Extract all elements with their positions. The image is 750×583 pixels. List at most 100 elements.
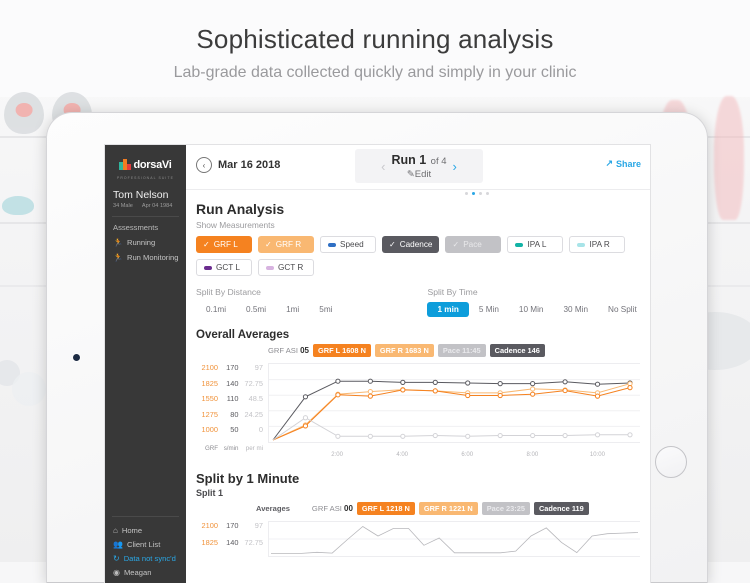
measurement-chip-label: GRF R bbox=[275, 240, 302, 249]
split-time-option-no-split[interactable]: No Split bbox=[598, 302, 647, 317]
anatomy-poster bbox=[714, 96, 744, 220]
data-point[interactable] bbox=[530, 391, 536, 397]
data-point[interactable] bbox=[367, 393, 373, 399]
chevron-left-icon[interactable]: ‹ bbox=[196, 157, 212, 173]
y-tick-grf: 1825 bbox=[201, 378, 218, 388]
data-point[interactable] bbox=[530, 432, 536, 439]
split-distance-option-5mi[interactable]: 5mi bbox=[309, 302, 342, 317]
split-distance-option-0-5mi[interactable]: 0.5mi bbox=[236, 302, 276, 317]
data-point[interactable] bbox=[465, 433, 471, 439]
data-point[interactable] bbox=[465, 380, 471, 386]
data-point[interactable] bbox=[400, 379, 406, 385]
split-time-option-5-min[interactable]: 5 Min bbox=[469, 302, 509, 317]
sidebar-item-data-not-syncd[interactable]: ↻ Data not sync'd bbox=[105, 549, 186, 563]
y-tick-smin: 50 bbox=[230, 425, 239, 435]
content-body: Run Analysis Show Measurements ✓ GRF L ✓ GR… bbox=[186, 189, 650, 583]
split-time-option-30-min[interactable]: 30 Min bbox=[553, 302, 598, 317]
measurement-chip-pace[interactable]: ✓ Pace bbox=[445, 236, 502, 253]
color-swatch-icon bbox=[266, 265, 274, 270]
measurement-chip-label: GCT L bbox=[216, 263, 240, 272]
edit-run-link[interactable]: ✎Edit bbox=[391, 169, 446, 180]
data-point[interactable] bbox=[530, 386, 536, 392]
data-point[interactable] bbox=[594, 432, 601, 438]
data-point[interactable] bbox=[302, 423, 309, 429]
data-point[interactable] bbox=[562, 387, 568, 394]
measurement-chip-ipa-l[interactable]: IPA L bbox=[507, 236, 564, 253]
measurement-chip-cadence[interactable]: ✓ Cadence bbox=[382, 236, 440, 253]
split-chart: 2100 170 97 1825 140 72.75 bbox=[196, 520, 640, 557]
sidebar-item-client-list[interactable]: 👥 Client List bbox=[105, 535, 186, 549]
measurement-chip-ipa-r[interactable]: IPA R bbox=[569, 236, 626, 253]
data-point[interactable] bbox=[530, 381, 536, 387]
data-point[interactable] bbox=[400, 387, 406, 393]
split-distance-option-0-1mi[interactable]: 0.1mi bbox=[196, 302, 236, 317]
chevron-right-icon[interactable]: › bbox=[453, 159, 457, 174]
share-label: Share bbox=[615, 158, 641, 169]
data-point[interactable] bbox=[594, 381, 601, 387]
data-point[interactable] bbox=[367, 433, 373, 439]
badge-cadence: Cadence 119 bbox=[533, 501, 589, 515]
split-controls: Split By Distance 0.1mi 0.5mi 1mi 5mi Split… bbox=[196, 287, 640, 317]
data-point[interactable] bbox=[432, 432, 438, 439]
series-line-pace bbox=[272, 417, 630, 441]
overall-averages-badges: GRF ASI 05 GRF L 1608 N GRF R 1683 N Pac… bbox=[196, 344, 640, 357]
data-point[interactable] bbox=[335, 433, 341, 439]
split-time-options: 1 min 5 Min 10 Min 30 Min No Split bbox=[427, 302, 646, 317]
split-by-distance-group: Split By Distance 0.1mi 0.5mi 1mi 5mi bbox=[196, 287, 342, 317]
split-distance-options: 0.1mi 0.5mi 1mi 5mi bbox=[196, 302, 342, 317]
chevron-left-icon[interactable]: ‹ bbox=[381, 159, 385, 174]
y-tick-permi: 72.75 bbox=[244, 378, 264, 388]
data-point[interactable] bbox=[367, 378, 373, 384]
badge-grf-l: GRF L 1608 N bbox=[313, 344, 371, 357]
data-point[interactable] bbox=[627, 432, 633, 438]
sidebar-item-label: Client List bbox=[126, 540, 161, 549]
data-point[interactable] bbox=[400, 433, 406, 439]
page-title: Sophisticated running analysis bbox=[196, 24, 554, 54]
sidebar-bottom-nav: ⌂ Home 👥 Client List ↻ Data not sync'd ◉… bbox=[105, 509, 186, 583]
data-point[interactable] bbox=[432, 379, 438, 385]
run-selector[interactable]: ‹ Run 1 of 4 ✎Edit › bbox=[355, 149, 483, 183]
data-point[interactable] bbox=[497, 432, 503, 439]
data-point[interactable] bbox=[497, 392, 503, 399]
dorsavi-mark-icon bbox=[119, 159, 132, 170]
measurement-chip-speed[interactable]: Speed bbox=[320, 236, 376, 253]
chart-plot-area[interactable] bbox=[268, 363, 640, 443]
sidebar-item-run-monitoring[interactable]: 🏃 Run Monitoring bbox=[105, 247, 186, 262]
split-time-option-1-min[interactable]: 1 min bbox=[427, 302, 469, 317]
x-axis-tick: 6:00 bbox=[461, 451, 474, 458]
measurement-chip-grf-l[interactable]: ✓ GRF L bbox=[196, 236, 252, 253]
runner-icon: 🏃 bbox=[113, 253, 123, 262]
data-point[interactable] bbox=[367, 388, 373, 395]
data-point[interactable] bbox=[594, 393, 601, 399]
sidebar-item-account[interactable]: ◉ Meagan bbox=[105, 563, 186, 577]
avatar-icon: ◉ bbox=[113, 568, 120, 577]
data-point[interactable] bbox=[562, 379, 568, 385]
data-point[interactable] bbox=[432, 388, 438, 394]
date-navigator[interactable]: ‹ Mar 16 2018 bbox=[196, 157, 280, 173]
share-button[interactable]: ↗ Share bbox=[605, 158, 641, 169]
sidebar-item-running[interactable]: 🏃 Running bbox=[105, 232, 186, 247]
measurement-chip-gct-r[interactable]: GCT R bbox=[258, 259, 314, 276]
split-averages-label: Averages bbox=[256, 503, 290, 513]
data-point[interactable] bbox=[335, 378, 341, 384]
split-by-distance-label: Split By Distance bbox=[196, 287, 261, 297]
split-distance-option-1mi[interactable]: 1mi bbox=[276, 302, 309, 317]
data-point[interactable] bbox=[335, 392, 341, 398]
x-axis-tick: 10:00 bbox=[589, 451, 605, 458]
sidebar-item-home[interactable]: ⌂ Home bbox=[105, 521, 186, 535]
measurement-chip-grf-r[interactable]: ✓ GRF R bbox=[258, 236, 314, 253]
chart-plot-area[interactable] bbox=[268, 520, 640, 557]
data-point[interactable] bbox=[302, 415, 309, 421]
brand-logo[interactable]: dorsaVi PROFESSIONAL SUITE bbox=[105, 145, 186, 181]
data-point[interactable] bbox=[465, 392, 471, 399]
data-point[interactable] bbox=[627, 385, 633, 391]
data-point[interactable] bbox=[562, 432, 568, 439]
brand-name: dorsaVi bbox=[133, 158, 172, 171]
run-number: Run 1 bbox=[391, 153, 427, 168]
show-measurements-label: Show Measurements bbox=[196, 220, 275, 230]
split-time-option-10-min[interactable]: 10 Min bbox=[509, 302, 554, 317]
home-button[interactable] bbox=[655, 446, 687, 478]
data-point[interactable] bbox=[497, 381, 503, 387]
measurement-chip-gct-l[interactable]: GCT L bbox=[196, 259, 252, 276]
data-point[interactable] bbox=[302, 394, 309, 400]
